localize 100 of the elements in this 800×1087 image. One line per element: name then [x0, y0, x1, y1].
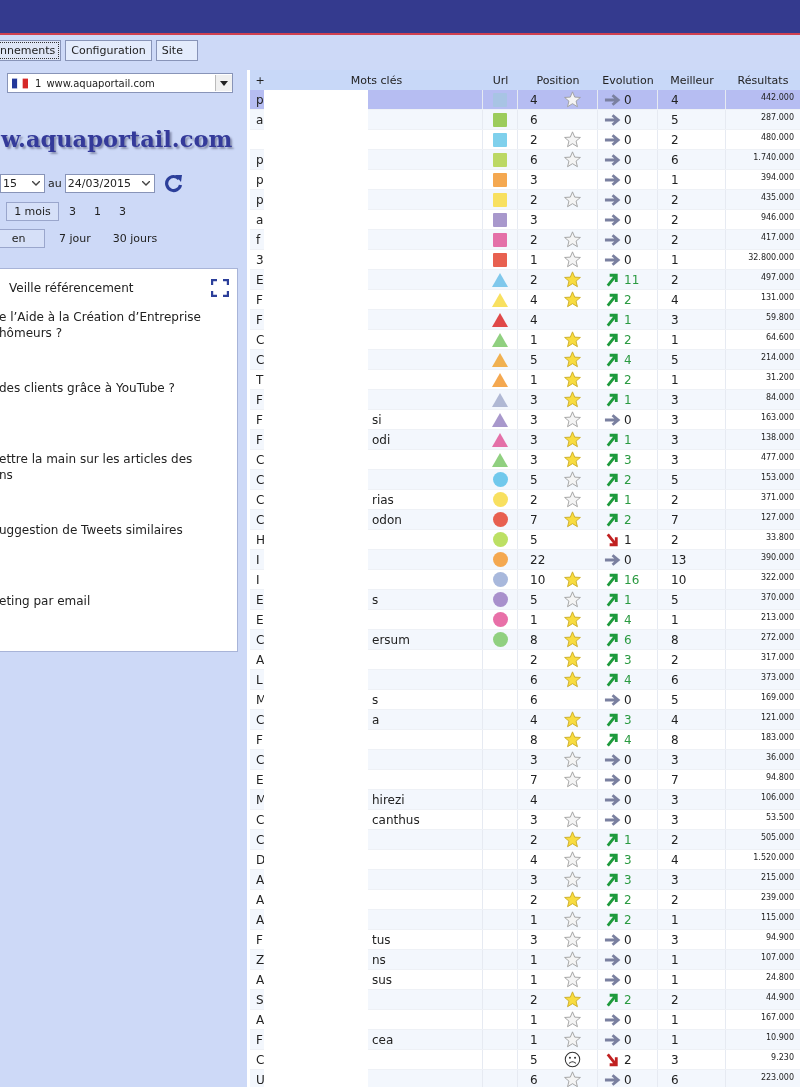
- table-row[interactable]: C odon 7 2 7 127.000: [250, 510, 800, 530]
- tab[interactable]: Site: [155, 40, 198, 61]
- table-row[interactable]: E s 5 1 5 370.000: [250, 590, 800, 610]
- tab[interactable]: nnements: [0, 40, 62, 61]
- news-link[interactable]: eting par email: [0, 593, 237, 664]
- news-link[interactable]: des clients grâce à YouTube ?: [0, 380, 237, 451]
- news-link[interactable]: ettre la main sur les articles des ns: [0, 451, 237, 522]
- table-row[interactable]: L 6 4 6 373.000: [250, 670, 800, 690]
- site-dropdown[interactable]: 1 www.aquaportail.com: [7, 73, 233, 93]
- table-row[interactable]: I 22 0 13 390.000: [250, 550, 800, 570]
- table-row[interactable]: Z ns 1 0 1 107.000: [250, 950, 800, 970]
- position-cell-text: 2: [530, 652, 539, 667]
- table-row[interactable]: E 2 11 2 497.000: [250, 270, 800, 290]
- table-row[interactable]: C 5 2 5 153.000: [250, 470, 800, 490]
- table-row[interactable]: F 3 1 3 84.000: [250, 390, 800, 410]
- table-row[interactable]: F cea 1 0 1 10.900: [250, 1030, 800, 1050]
- expand-icon[interactable]: [211, 279, 229, 297]
- table-row[interactable]: D 4 3 4 1.520.000: [250, 850, 800, 870]
- table-row[interactable]: F 4 2 4 131.000: [250, 290, 800, 310]
- frequency-button[interactable]: 7 jour: [51, 229, 99, 248]
- keyword-cell: F: [256, 432, 264, 447]
- table-row[interactable]: 2 0 2 480.000: [250, 130, 800, 150]
- column-header[interactable]: Url: [483, 73, 518, 87]
- table-row[interactable]: A 2 3 2 317.000: [250, 650, 800, 670]
- table-row[interactable]: I 10 16 10 322.000: [250, 570, 800, 590]
- table-row[interactable]: A 2 2 2 239.000: [250, 890, 800, 910]
- table-row[interactable]: p 2 0 2 435.000: [250, 190, 800, 210]
- right-arrow-icon: [604, 112, 621, 127]
- table-row[interactable]: S 2 2 2 44.900: [250, 990, 800, 1010]
- table-row[interactable]: F 4 1 3 59.800: [250, 310, 800, 330]
- results-cell: 131.000: [760, 293, 794, 302]
- best-cell: 6: [671, 1072, 679, 1087]
- table-row[interactable]: A 1 2 1 115.000: [250, 910, 800, 930]
- news-link[interactable]: e l’Aide à la Création d’Entreprise hômeurs ?: [0, 309, 237, 380]
- keyword-cell: ersum: [372, 632, 410, 647]
- table-row[interactable]: H 5 1 2 33.800: [250, 530, 800, 550]
- results-cell: 31.200: [766, 373, 794, 382]
- results-cell: 394.000: [760, 173, 794, 182]
- period-button[interactable]: 1: [86, 202, 109, 221]
- table-row[interactable]: U 6 0 6 223.000: [250, 1070, 800, 1087]
- column-header[interactable]: Résultats: [726, 73, 800, 87]
- position-cell-text: 4: [530, 792, 539, 807]
- table-row[interactable]: E 7 0 7 94.800: [250, 770, 800, 790]
- keyword-cell: ns: [372, 952, 386, 967]
- table-row[interactable]: E 1 4 1 213.000: [250, 610, 800, 630]
- table-row[interactable]: F odi 3 1 3 138.000: [250, 430, 800, 450]
- start-date-dropdown[interactable]: 15: [0, 173, 45, 193]
- table-row[interactable]: p 4 0 4 442.000: [250, 90, 800, 110]
- table-row[interactable]: A sus 1 0 1 24.800: [250, 970, 800, 990]
- end-date-dropdown[interactable]: 24/03/2015: [64, 173, 155, 193]
- period-button[interactable]: 1 mois: [6, 202, 59, 221]
- best-cell: 1: [671, 972, 679, 987]
- table-row[interactable]: C a 4 3 4 121.000: [250, 710, 800, 730]
- refresh-icon[interactable]: [163, 173, 184, 193]
- table-row[interactable]: A 1 0 1 167.000: [250, 1010, 800, 1030]
- period-button[interactable]: 3: [61, 202, 84, 221]
- table-row[interactable]: F tus 3 0 3 94.900: [250, 930, 800, 950]
- table-row[interactable]: C canthus 3 0 3 53.500: [250, 810, 800, 830]
- tab[interactable]: Configuration: [65, 40, 152, 61]
- best-cell: 2: [671, 892, 679, 907]
- evolution-cell: 1: [624, 392, 632, 407]
- results-cell: 497.000: [760, 273, 794, 282]
- position-cell-text: 4: [530, 312, 539, 327]
- keyword-cell: tus: [372, 932, 391, 947]
- position-cell-text: 1: [530, 252, 539, 267]
- table-row[interactable]: C 5 2 3 9.230: [250, 1050, 800, 1070]
- up-arrow-icon: [604, 852, 621, 867]
- table-row[interactable]: 3 1 0 1 32.800.000: [250, 250, 800, 270]
- table-row[interactable]: A 3 3 3 215.000: [250, 870, 800, 890]
- table-row[interactable]: f 2 0 2 417.000: [250, 230, 800, 250]
- keyword-cell: odon: [372, 512, 402, 527]
- table-row[interactable]: a 3 0 2 946.000: [250, 210, 800, 230]
- table-row[interactable]: p 3 0 1 394.000: [250, 170, 800, 190]
- table-row[interactable]: C 2 1 2 505.000: [250, 830, 800, 850]
- column-header[interactable]: Evolution: [598, 73, 658, 87]
- best-cell: 8: [671, 632, 679, 647]
- table-row[interactable]: p 6 0 6 1.740.000: [250, 150, 800, 170]
- evolution-cell: 0: [624, 232, 632, 247]
- table-row[interactable]: C 5 4 5 214.000: [250, 350, 800, 370]
- frequency-button[interactable]: en: [0, 229, 45, 248]
- table-row[interactable]: T 1 2 1 31.200: [250, 370, 800, 390]
- table-row[interactable]: F 8 4 8 183.000: [250, 730, 800, 750]
- table-row[interactable]: C ersum 8 6 8 272.000: [250, 630, 800, 650]
- results-cell: 223.000: [760, 1073, 794, 1082]
- table-row[interactable]: C 3 0 3 36.000: [250, 750, 800, 770]
- table-row[interactable]: C 3 3 3 477.000: [250, 450, 800, 470]
- news-link[interactable]: uggestion de Tweets similaires: [0, 522, 237, 593]
- table-row[interactable]: C rias 2 1 2 371.000: [250, 490, 800, 510]
- best-cell: 4: [671, 712, 679, 727]
- table-row[interactable]: F si 3 0 3 163.000: [250, 410, 800, 430]
- column-header[interactable]: +: [250, 73, 270, 87]
- frequency-button[interactable]: 30 jours: [104, 229, 166, 248]
- column-header[interactable]: Mots clés: [270, 73, 483, 87]
- column-header[interactable]: Meilleur: [658, 73, 726, 87]
- column-header[interactable]: Position: [518, 73, 598, 87]
- period-button[interactable]: 3: [111, 202, 134, 221]
- position-cell-text: 6: [530, 1072, 539, 1087]
- table-row[interactable]: a 6 0 5 287.000: [250, 110, 800, 130]
- position-cell-text: 3: [530, 872, 539, 887]
- table-row[interactable]: C 1 2 1 64.600: [250, 330, 800, 350]
